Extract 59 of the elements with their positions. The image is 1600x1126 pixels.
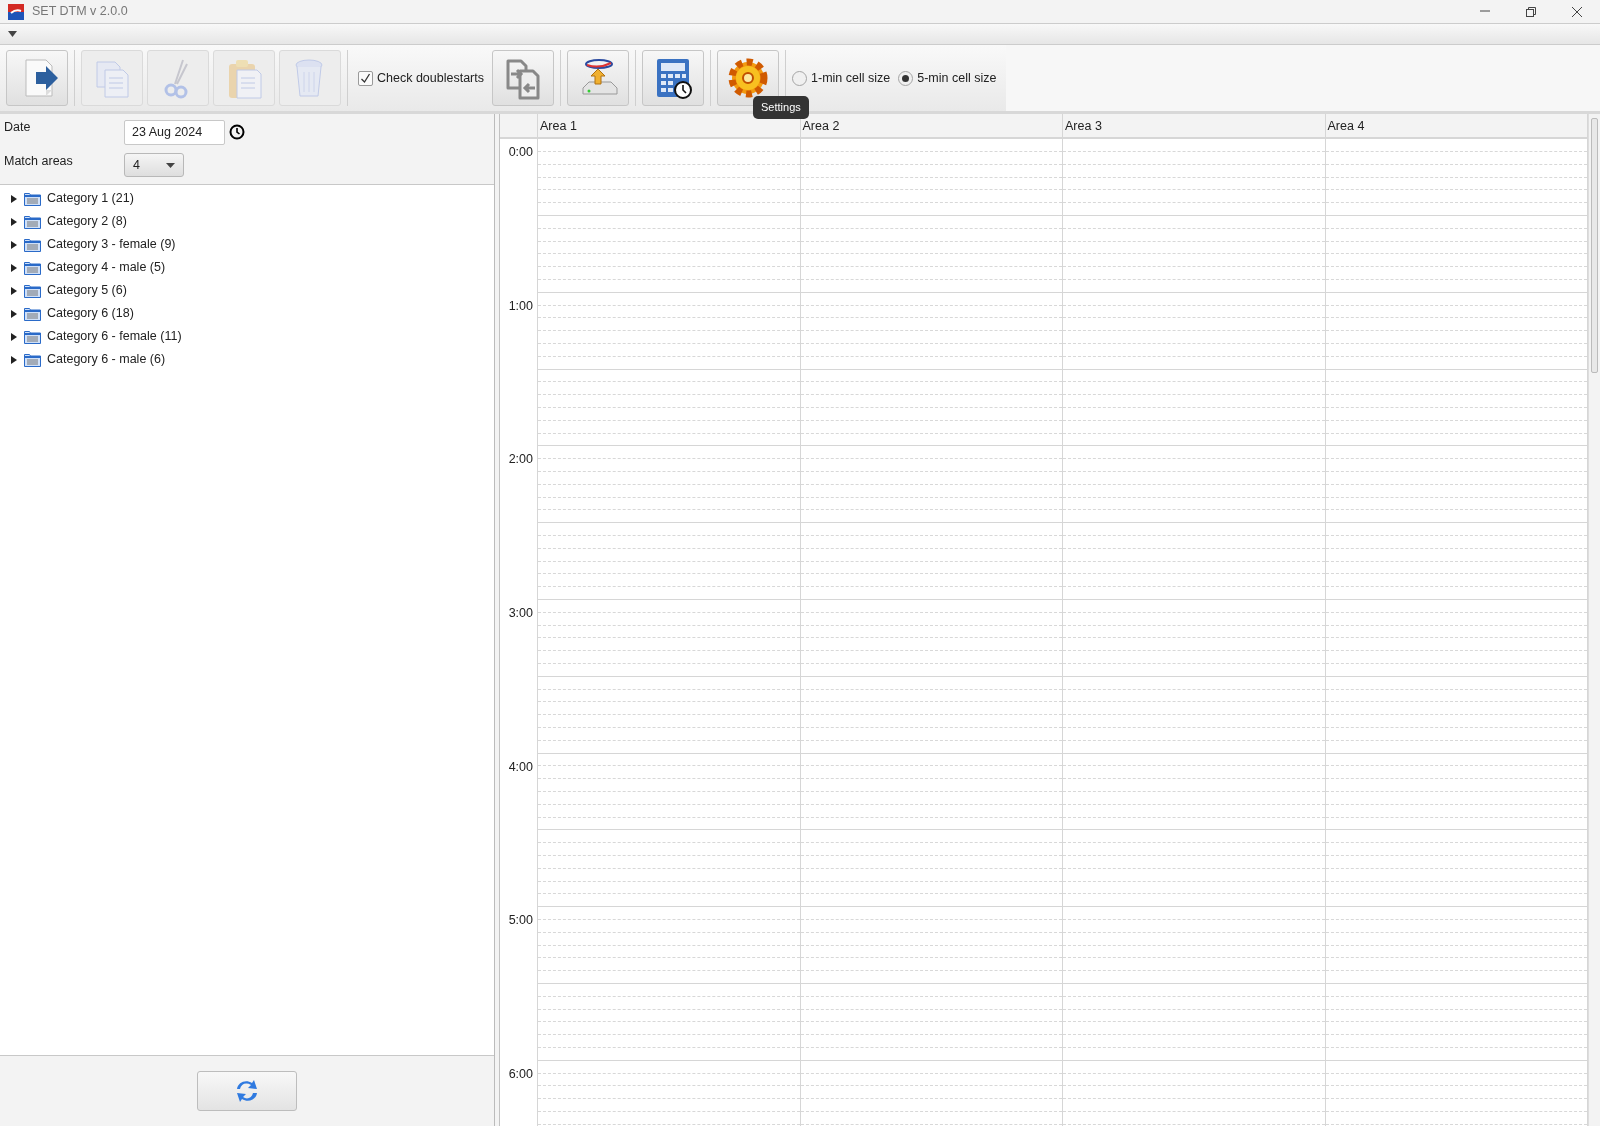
clock-icon[interactable] [229, 124, 245, 141]
expand-arrow-icon[interactable] [10, 263, 18, 272]
folder-list-icon [24, 214, 41, 229]
checkbox[interactable] [358, 70, 373, 86]
expand-arrow-icon[interactable] [10, 355, 18, 364]
column-header: Area 4 [1327, 119, 1365, 134]
expand-arrow-icon[interactable] [10, 332, 18, 341]
folder-list-icon [24, 191, 41, 206]
dropdown-arrow-icon[interactable] [8, 31, 17, 38]
hour-label: 2:00 [508, 452, 533, 467]
scrollbar[interactable] [1588, 114, 1600, 1126]
folder-list-icon [24, 237, 41, 252]
restore-icon[interactable] [1525, 5, 1537, 18]
hour-label: 0:00 [508, 145, 533, 160]
tree-item[interactable]: Category 6 - male (6) [47, 350, 166, 370]
tooltip: Settings [753, 96, 809, 119]
folder-list-icon [24, 352, 41, 367]
match-areas-dropdown[interactable]: 4 [124, 153, 184, 178]
tree-item[interactable]: Category 4 - male (5) [47, 258, 166, 278]
tree-item[interactable]: Category 2 (8) [47, 212, 127, 232]
tree-item[interactable]: Category 3 - female (9) [47, 235, 176, 255]
expand-arrow-icon[interactable] [10, 309, 18, 318]
hour-label: 3:00 [508, 606, 533, 620]
expand-arrow-icon[interactable] [10, 240, 18, 249]
app-logo-icon [8, 3, 24, 20]
close-icon[interactable] [1571, 5, 1583, 18]
radio-label: 5-min cell size [917, 69, 997, 87]
scrollbar-thumb[interactable] [1591, 118, 1598, 374]
tree-item[interactable]: Category 1 (21) [47, 189, 134, 209]
expand-arrow-icon[interactable] [10, 217, 18, 226]
folder-list-icon [24, 260, 41, 275]
toolbar-button[interactable] [642, 50, 704, 107]
expand-arrow-icon[interactable] [10, 194, 18, 203]
column-header: Area 1 [540, 119, 577, 134]
caret-icon [166, 162, 175, 168]
folder-list-icon [24, 329, 41, 344]
folder-list-icon [24, 283, 41, 298]
expand-arrow-icon[interactable] [10, 286, 18, 295]
hour-label: 1:00 [508, 298, 533, 313]
radio-label: 1-min cell size [811, 69, 891, 87]
radio-button[interactable] [898, 70, 914, 86]
tree-item[interactable]: Category 5 (6) [47, 281, 127, 301]
checkbox-label: Check doublestarts [377, 69, 484, 87]
tree-item[interactable]: Category 6 - female (11) [47, 327, 182, 347]
date-label: Date [4, 119, 32, 137]
hour-label: 6:00 [508, 1066, 533, 1081]
window-title: SET DTM v 2.0.0 [32, 3, 129, 21]
toolbar-button[interactable] [6, 50, 68, 107]
hour-label: 4:00 [508, 759, 533, 774]
column-header: Area 3 [1065, 119, 1102, 134]
toolbar-button[interactable] [567, 50, 629, 107]
hour-label: 5:00 [508, 913, 533, 928]
refresh-button[interactable] [197, 1071, 297, 1111]
match-areas-label: Match areas [4, 153, 74, 171]
radio-button[interactable] [792, 70, 807, 86]
date-field[interactable]: 23 Aug 2024 [124, 119, 225, 145]
tree-item[interactable]: Category 6 (18) [47, 304, 134, 324]
folder-list-icon [24, 306, 41, 321]
column-header: Area 2 [802, 119, 840, 134]
